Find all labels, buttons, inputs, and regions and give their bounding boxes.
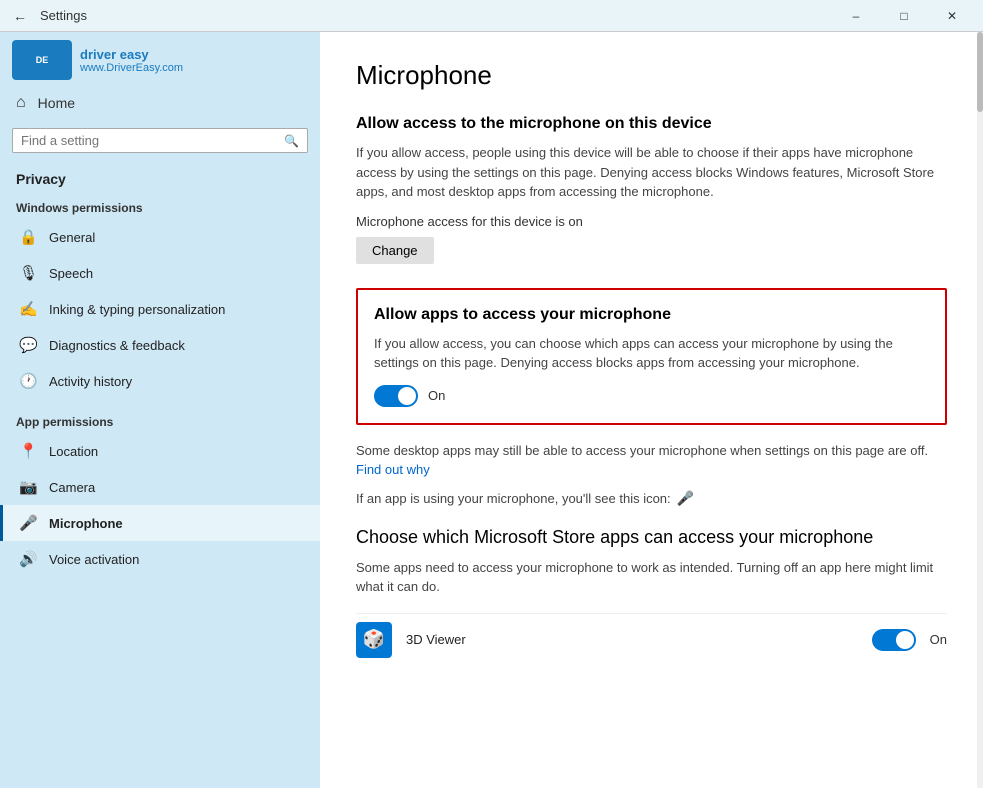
sidebar-item-location[interactable]: 📍 Location <box>0 433 320 469</box>
search-box[interactable]: 🔍 <box>12 128 308 153</box>
inking-icon: ✍ <box>19 300 37 318</box>
sidebar-item-diagnostics-label: Diagnostics & feedback <box>49 338 185 353</box>
maximize-button[interactable]: □ <box>881 0 927 32</box>
section3-description: Some apps need to access your microphone… <box>356 558 947 597</box>
page-title: Microphone <box>356 60 947 91</box>
app-access-section: Allow apps to access your microphone If … <box>356 288 947 425</box>
device-access-section: Allow access to the microphone on this d… <box>356 115 947 288</box>
sidebar: DE driver easy www.DriverEasy.com ⌂ Home… <box>0 32 320 788</box>
sidebar-item-activity-label: Activity history <box>49 374 132 389</box>
device-access-status: Microphone access for this device is on <box>356 214 947 229</box>
store-apps-section: Choose which Microsoft Store apps can ac… <box>356 527 947 597</box>
location-icon: 📍 <box>19 442 37 460</box>
sidebar-item-general-label: General <box>49 230 95 245</box>
watermark-url: www.DriverEasy.com <box>80 62 183 74</box>
section2-title: Allow apps to access your microphone <box>374 306 929 324</box>
titlebar: ← Settings – □ ✕ <box>0 0 983 32</box>
sidebar-item-activity[interactable]: 🕐 Activity history <box>0 363 320 399</box>
sidebar-item-camera-label: Camera <box>49 480 95 495</box>
titlebar-title: Settings <box>40 8 87 23</box>
app-toggle-3dviewer[interactable] <box>872 629 916 651</box>
section2-description: If you allow access, you can choose whic… <box>374 334 929 373</box>
windows-permissions-label: Windows permissions <box>0 193 320 219</box>
icon-note: If an app is using your microphone, you'… <box>356 490 947 507</box>
diagnostics-icon: 💬 <box>19 336 37 354</box>
app-toggle-label-3dviewer: On <box>930 632 947 647</box>
microphone-icon: 🎤 <box>19 514 37 532</box>
home-icon: ⌂ <box>16 94 26 112</box>
search-input[interactable] <box>21 133 278 148</box>
app-name-3dviewer: 3D Viewer <box>406 632 858 647</box>
watermark-logo: DE <box>12 40 72 80</box>
sidebar-item-microphone[interactable]: 🎤 Microphone <box>0 505 320 541</box>
find-out-link[interactable]: Find out why <box>356 462 430 477</box>
close-button[interactable]: ✕ <box>929 0 975 32</box>
lock-icon: 🔒 <box>19 228 37 246</box>
change-button[interactable]: Change <box>356 237 434 264</box>
camera-icon: 📷 <box>19 478 37 496</box>
sidebar-item-camera[interactable]: 📷 Camera <box>0 469 320 505</box>
voice-icon: 🔊 <box>19 550 37 568</box>
section3-title: Choose which Microsoft Store apps can ac… <box>356 527 947 548</box>
sidebar-item-voice[interactable]: 🔊 Voice activation <box>0 541 320 577</box>
sidebar-item-diagnostics[interactable]: 💬 Diagnostics & feedback <box>0 327 320 363</box>
section1-description: If you allow access, people using this d… <box>356 143 947 202</box>
section1-title: Allow access to the microphone on this d… <box>356 115 947 133</box>
app-access-toggle[interactable] <box>374 385 418 407</box>
app-permissions-label: App permissions <box>0 407 320 433</box>
desktop-apps-note: Some desktop apps may still be able to a… <box>356 441 947 480</box>
search-icon: 🔍 <box>284 134 299 148</box>
back-button[interactable]: ← <box>8 4 32 28</box>
sidebar-item-speech[interactable]: 🎙 Speech <box>0 255 320 291</box>
content-area: Microphone Allow access to the microphon… <box>320 32 983 788</box>
sidebar-item-location-label: Location <box>49 444 98 459</box>
speech-icon: 🎙 <box>19 264 37 282</box>
sidebar-item-voice-label: Voice activation <box>49 552 139 567</box>
privacy-heading: Privacy <box>0 159 320 193</box>
app-icon-3dviewer: 🎲 <box>356 622 392 658</box>
sidebar-item-inking[interactable]: ✍ Inking & typing personalization <box>0 291 320 327</box>
app-row-3dviewer: 🎲 3D Viewer On <box>356 613 947 666</box>
minimize-button[interactable]: – <box>833 0 879 32</box>
watermark: DE driver easy www.DriverEasy.com <box>0 32 320 84</box>
home-label: Home <box>38 95 75 111</box>
sidebar-item-inking-label: Inking & typing personalization <box>49 302 225 317</box>
home-nav-item[interactable]: ⌂ Home <box>0 84 320 122</box>
sidebar-item-speech-label: Speech <box>49 266 93 281</box>
scrollbar-thumb[interactable] <box>977 32 983 112</box>
activity-icon: 🕐 <box>19 372 37 390</box>
main-container: DE driver easy www.DriverEasy.com ⌂ Home… <box>0 32 983 788</box>
brand-name: driver easy <box>80 47 183 62</box>
sidebar-item-general[interactable]: 🔒 General <box>0 219 320 255</box>
app-access-toggle-label: On <box>428 388 445 403</box>
scrollbar-track[interactable] <box>977 32 983 788</box>
sidebar-item-microphone-label: Microphone <box>49 516 123 531</box>
app-access-toggle-row: On <box>374 385 929 407</box>
mic-inline-icon: 🎤 <box>677 490 694 507</box>
window-controls: – □ ✕ <box>833 0 975 32</box>
